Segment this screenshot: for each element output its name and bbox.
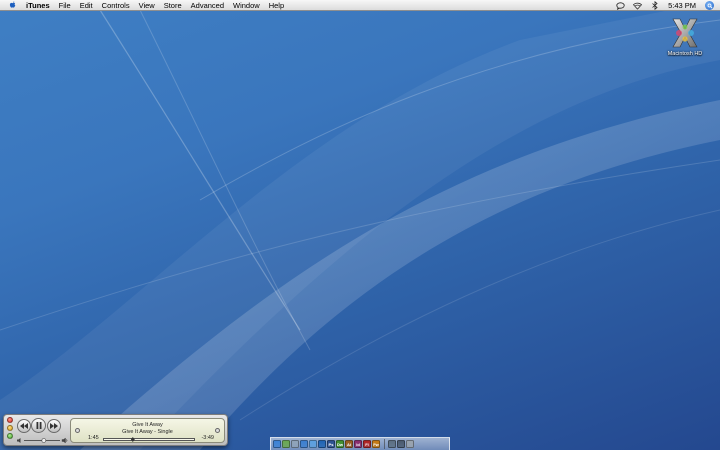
dock-separator bbox=[384, 439, 385, 449]
documents-folder-icon[interactable] bbox=[397, 440, 405, 448]
trash-icon[interactable] bbox=[406, 440, 414, 448]
pause-icon bbox=[36, 422, 41, 429]
zoom-button[interactable] bbox=[7, 433, 13, 439]
menu-view[interactable]: View bbox=[139, 0, 155, 11]
remaining-time: -3:49 bbox=[201, 435, 214, 441]
speech-bubble-icon[interactable] bbox=[616, 1, 625, 10]
dock-icon-letters: Ps bbox=[328, 441, 334, 447]
menu-bar: iTunes File Edit Controls View Store Adv… bbox=[0, 0, 720, 11]
volume-knob bbox=[41, 438, 47, 443]
dock: Ps Dw Ai Id Fl Fw bbox=[270, 437, 450, 450]
track-title: Give It Away bbox=[132, 422, 163, 428]
dock-icon-letters: Dw bbox=[337, 441, 343, 447]
track-album: Give It Away - Single bbox=[122, 429, 173, 434]
dock-icon-letters: Fl bbox=[365, 441, 369, 447]
safari-icon[interactable] bbox=[300, 440, 308, 448]
apple-menu-icon[interactable] bbox=[9, 0, 17, 10]
menu-file[interactable]: File bbox=[59, 0, 71, 11]
dock-icon-letters: Fw bbox=[373, 441, 379, 447]
menu-extras: 5:43 PM bbox=[608, 0, 714, 11]
dreamweaver-icon[interactable]: Dw bbox=[336, 440, 344, 448]
indesign-icon[interactable]: Id bbox=[354, 440, 362, 448]
volume-high-icon bbox=[61, 437, 68, 444]
spotlight-icon[interactable] bbox=[705, 1, 714, 10]
macintosh-hd-icon[interactable]: Macintosh HD bbox=[660, 17, 710, 57]
flash-icon[interactable]: Fl bbox=[363, 440, 371, 448]
volume-slider[interactable] bbox=[16, 437, 68, 444]
hard-drive-x-icon bbox=[672, 18, 698, 48]
fireworks-icon[interactable]: Fw bbox=[372, 440, 380, 448]
firefox-icon[interactable] bbox=[318, 440, 326, 448]
menu-itunes[interactable]: iTunes bbox=[26, 0, 50, 11]
itunes-icon[interactable] bbox=[282, 440, 290, 448]
dock-extras bbox=[388, 440, 415, 448]
wallpaper bbox=[0, 0, 720, 450]
close-button[interactable] bbox=[7, 417, 13, 423]
volume-low-icon bbox=[17, 438, 21, 443]
previous-track-button[interactable] bbox=[17, 419, 31, 433]
wifi-icon[interactable] bbox=[633, 1, 643, 10]
ichat-icon[interactable] bbox=[309, 440, 317, 448]
dock-icon-letters: Ai bbox=[347, 441, 351, 447]
menu-advanced[interactable]: Advanced bbox=[191, 0, 224, 11]
applications-folder-icon[interactable] bbox=[388, 440, 396, 448]
mail-icon[interactable] bbox=[291, 440, 299, 448]
display-mode-button[interactable] bbox=[215, 428, 220, 433]
rewind-icon bbox=[20, 423, 28, 429]
fast-forward-icon bbox=[50, 423, 58, 429]
menu-edit[interactable]: Edit bbox=[80, 0, 93, 11]
elapsed-time: 1:45 bbox=[88, 435, 99, 441]
pause-button[interactable] bbox=[31, 418, 46, 433]
menu-store[interactable]: Store bbox=[164, 0, 182, 11]
menu-help[interactable]: Help bbox=[269, 0, 284, 11]
photoshop-icon[interactable]: Ps bbox=[327, 440, 335, 448]
menu-window[interactable]: Window bbox=[233, 0, 260, 11]
progress-bar[interactable] bbox=[103, 437, 195, 442]
now-playing-display: Give It Away Give It Away - Single 1:45 … bbox=[70, 418, 225, 443]
desktop: iTunes File Edit Controls View Store Adv… bbox=[0, 0, 720, 450]
macintosh-hd-label: Macintosh HD bbox=[667, 51, 703, 57]
menu-controls[interactable]: Controls bbox=[102, 0, 130, 11]
finder-icon[interactable] bbox=[273, 440, 281, 448]
dock-icon-letters: Id bbox=[356, 441, 360, 447]
menu-clock[interactable]: 5:43 PM bbox=[668, 0, 696, 11]
illustrator-icon[interactable]: Ai bbox=[345, 440, 353, 448]
itunes-mini-player[interactable]: Give It Away Give It Away - Single 1:45 … bbox=[3, 414, 228, 446]
dock-apps: Ps Dw Ai Id Fl Fw bbox=[273, 440, 381, 448]
bluetooth-icon[interactable] bbox=[650, 1, 659, 10]
minimize-button[interactable] bbox=[7, 425, 13, 431]
next-track-button[interactable] bbox=[47, 419, 61, 433]
playhead[interactable] bbox=[130, 437, 135, 442]
